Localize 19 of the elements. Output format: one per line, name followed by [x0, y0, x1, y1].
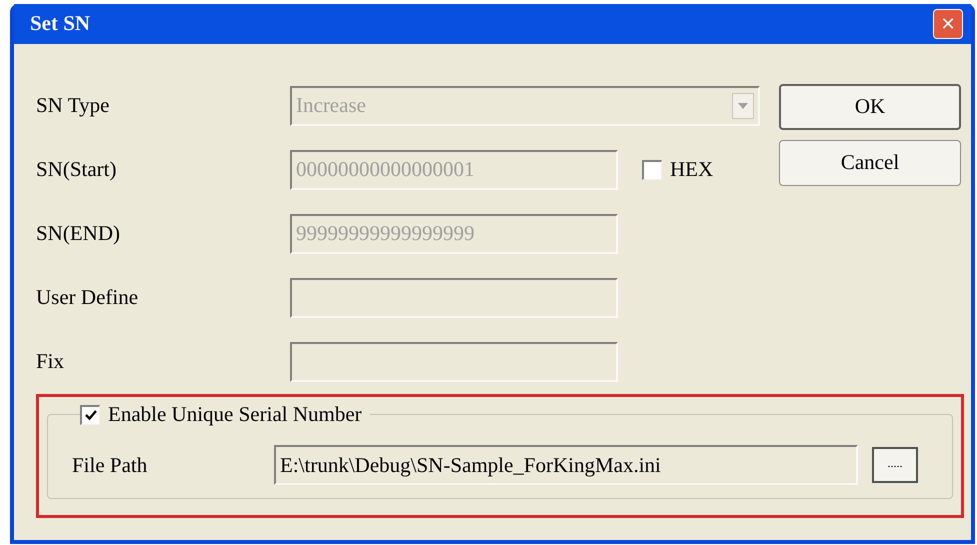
close-button[interactable]: ✕	[933, 9, 963, 39]
field-label: User Define	[36, 284, 140, 312]
caret-icon	[738, 103, 748, 109]
checkbox[interactable]	[642, 160, 662, 180]
field-label: SN(Start)	[36, 156, 118, 184]
window-title: Set SN	[29, 10, 90, 38]
field-label: SN(END)	[36, 220, 121, 248]
checkbox-label: Enable Unique Serial Number	[108, 401, 362, 428]
checkmark-icon	[84, 408, 98, 422]
field-label: File Path	[72, 452, 148, 478]
checkbox-label: HEX	[670, 156, 714, 184]
dialog-button[interactable]: Cancel	[779, 140, 961, 186]
dialog-button[interactable]: OK	[779, 84, 961, 130]
field-label: SN Type	[36, 92, 110, 120]
field-label: Fix	[36, 348, 66, 376]
file-path-field[interactable]: E:\trunk\Debug\SN-Sample_ForKingMax.ini	[274, 445, 858, 486]
checkbox[interactable]	[80, 404, 100, 425]
dropdown-value: Increase	[296, 92, 366, 120]
browse-button[interactable]: .....	[872, 447, 918, 484]
